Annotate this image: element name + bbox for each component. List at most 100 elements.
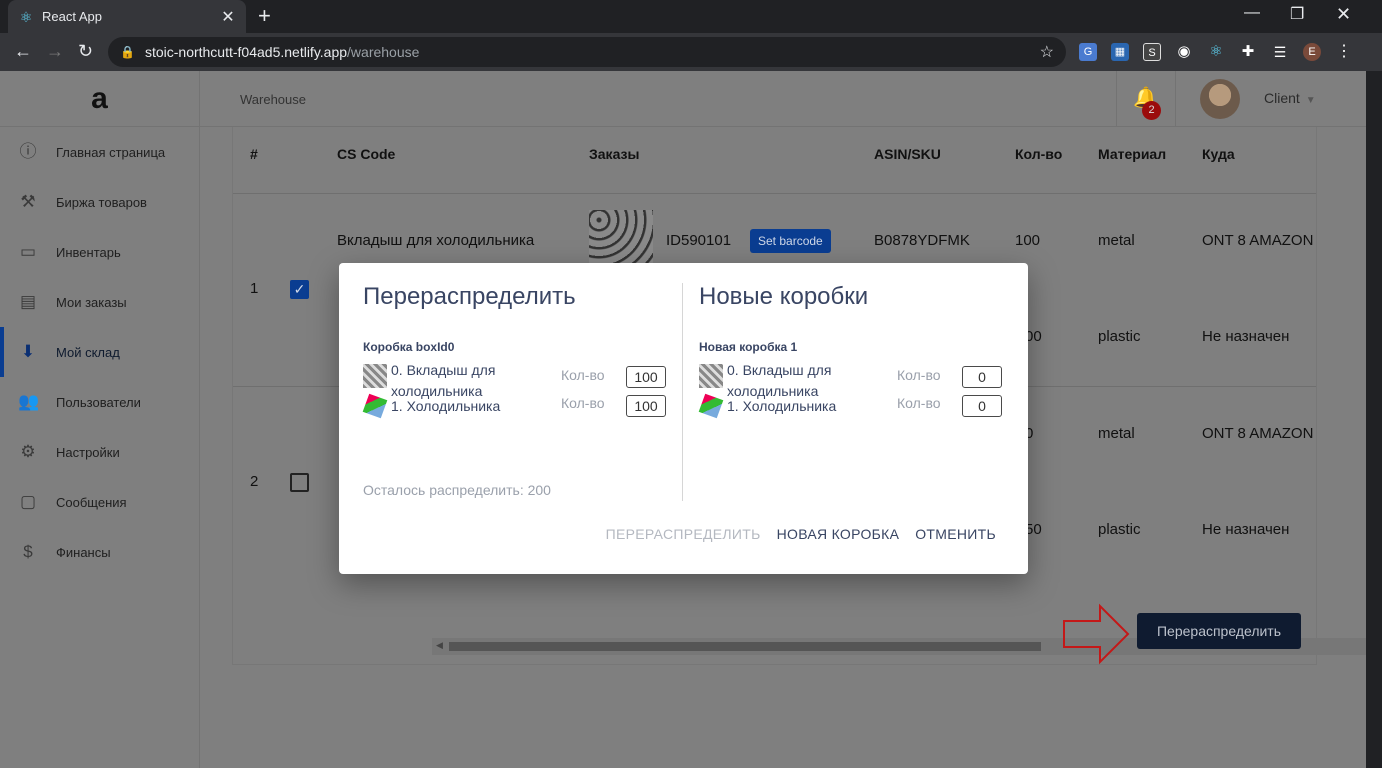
qty-input[interactable]: 100 (626, 395, 666, 417)
qty-label: Кол-во (561, 367, 605, 383)
material-cell: metal (1098, 425, 1135, 442)
people-icon: 👥 (18, 392, 40, 411)
row-number: 1 (250, 280, 259, 297)
material-cell: metal (1098, 232, 1135, 249)
user-menu[interactable]: Client ▼ (1264, 90, 1316, 106)
sidebar-item-label: Пользователи (56, 394, 141, 410)
qty-input[interactable]: 100 (626, 366, 666, 388)
column-header-cs-code: CS Code (337, 146, 396, 162)
sidebar-item-label: Мой склад (56, 344, 120, 360)
qty-input[interactable]: 0 (962, 395, 1002, 417)
row-checkbox[interactable] (290, 473, 309, 492)
forward-icon[interactable]: → (46, 41, 64, 61)
item-name: 1. Холодильника (391, 398, 501, 414)
new-tab-icon[interactable]: + (258, 4, 271, 28)
sidebar-item-label: Настройки (56, 444, 120, 460)
column-header-qty: Кол-во (1015, 146, 1063, 162)
url-path: /warehouse (347, 44, 420, 60)
address-bar[interactable]: 🔒 stoic-northcutt-f04ad5.netlify.app/war… (108, 37, 1066, 67)
qty-cell: 100 (1015, 232, 1041, 249)
clipboard-icon: ▤ (19, 292, 37, 311)
sidebar-item-label: Инвентарь (56, 244, 121, 260)
header-divider (233, 193, 1316, 194)
breadcrumb: Warehouse (240, 92, 306, 107)
sidebar-item-warehouse[interactable]: ⬇ Мой склад (0, 327, 199, 377)
source-box-column: Перераспределить Коробка boxId0 0. Вклад… (362, 283, 673, 419)
destination-cell: Не назначен (1202, 521, 1290, 538)
browser-menu-icon[interactable]: ⋮ (1335, 43, 1353, 61)
s-extension-icon[interactable]: S (1143, 43, 1161, 61)
qty-input[interactable]: 0 (962, 366, 1002, 388)
sidebar-item-messages[interactable]: ▢ Сообщения (0, 477, 199, 527)
scroll-left-icon[interactable]: ◀ (436, 640, 443, 651)
gear-icon: ⚙ (20, 442, 36, 461)
asin-cell: B0878YDFMK (874, 232, 970, 249)
box-item: 1. Холодильника Кол-во 100 (362, 393, 673, 419)
sidebar-item-finances[interactable]: $ Финансы (0, 527, 199, 577)
modal-title-new-boxes: Новые коробки (699, 283, 869, 310)
product-thumbnail (589, 210, 653, 264)
sidebar-item-exchange[interactable]: ⚒ Биржа товаров (0, 177, 199, 227)
sidebar-item-users[interactable]: 👥 Пользователи (0, 377, 199, 427)
notifications-button[interactable]: 🔔 2 (1116, 71, 1176, 127)
sidebar-item-label: Сообщения (56, 494, 127, 510)
reload-icon[interactable]: ↻ (78, 41, 93, 61)
chevron-down-icon: ▼ (1305, 95, 1316, 106)
redistribute-button[interactable]: Перераспределить (1137, 613, 1301, 649)
tab-title: React App (42, 9, 102, 24)
row-number: 2 (250, 473, 259, 490)
user-name: Client (1264, 90, 1300, 106)
extensions-puzzle-icon[interactable]: ✚ (1239, 43, 1257, 61)
source-box-label: Коробка boxId0 (363, 340, 455, 354)
lock-icon: 🔒 (120, 45, 135, 59)
user-avatar[interactable] (1200, 79, 1240, 119)
translate-extension-icon[interactable]: G (1079, 43, 1097, 61)
destination-cell: Не назначен (1202, 328, 1290, 345)
sidebar-item-label: Финансы (56, 544, 111, 560)
target-extension-icon[interactable]: ◉ (1175, 43, 1193, 61)
product-image (698, 393, 724, 419)
inbox-icon: ▭ (19, 242, 37, 261)
back-icon[interactable]: ← (14, 41, 32, 61)
minimize-icon[interactable]: — (1244, 4, 1260, 22)
bookmark-star-icon[interactable]: ☆ (1040, 42, 1054, 62)
row-checkbox[interactable]: ✓ (290, 280, 309, 299)
box-item: 1. Холодильника Кол-во 0 (698, 393, 1009, 419)
sidebar-item-label: Главная страница (56, 144, 166, 160)
redistribute-modal: Перераспределить Коробка boxId0 0. Вклад… (339, 263, 1028, 574)
close-window-icon[interactable]: ✕ (1336, 4, 1351, 25)
url-host: stoic-northcutt-f04ad5.netlify.app (144, 44, 348, 60)
cs-code-cell: Вкладыш для холодильника (337, 232, 535, 249)
app-header: Warehouse 🔔 2 Client ▼ (200, 71, 1366, 127)
amazon-logo[interactable]: a (0, 71, 199, 127)
modal-actions: ПЕРЕРАСПРЕДЕЛИТЬ НОВАЯ КОРОБКА ОТМЕНИТЬ (606, 526, 996, 542)
cancel-button[interactable]: ОТМЕНИТЬ (915, 526, 996, 542)
react-devtools-icon[interactable]: ⚛ (1207, 43, 1225, 61)
modal-title-redistribute: Перераспределить (363, 283, 576, 310)
sidebar-item-home[interactable]: ⓘ Главная страница (0, 127, 199, 177)
profile-avatar[interactable]: E (1303, 43, 1321, 61)
new-box-button[interactable]: НОВАЯ КОРОБКА (777, 526, 900, 542)
sidebar: a ⓘ Главная страница ⚒ Биржа товаров ▭ И… (0, 71, 200, 768)
set-barcode-button[interactable]: Set barcode (750, 229, 831, 253)
sidebar-item-orders[interactable]: ▤ Мои заказы (0, 277, 199, 327)
column-header-orders: Заказы (589, 146, 640, 162)
sidebar-item-label: Мои заказы (56, 294, 127, 310)
sidebar-item-inventory[interactable]: ▭ Инвентарь (0, 227, 199, 277)
dollar-icon: $ (23, 542, 33, 561)
box-item: 0. Вкладыш для холодильника Кол-во 0 (699, 360, 1009, 399)
item-name: 1. Холодильника (727, 398, 837, 414)
warehouse-icon: ⬇ (20, 342, 36, 361)
close-tab-icon[interactable]: ✕ (220, 7, 236, 27)
calendar-extension-icon[interactable]: ▦ (1111, 43, 1129, 61)
modal-redistribute-button[interactable]: ПЕРЕРАСПРЕДЕЛИТЬ (606, 526, 761, 542)
media-queue-icon[interactable]: ☰ (1271, 43, 1289, 61)
sidebar-item-settings[interactable]: ⚙ Настройки (0, 427, 199, 477)
browser-tab[interactable]: ⚛ React App ✕ (8, 0, 246, 33)
react-icon: ⚛ (19, 8, 33, 25)
restore-icon[interactable]: ❐ (1290, 4, 1304, 24)
destination-cell: ONT 8 AMAZON (1202, 425, 1314, 442)
new-box-label: Новая коробка 1 (699, 340, 798, 354)
scrollbar-thumb[interactable] (449, 642, 1041, 651)
destination-cell: ONT 8 AMAZON (1202, 232, 1314, 249)
